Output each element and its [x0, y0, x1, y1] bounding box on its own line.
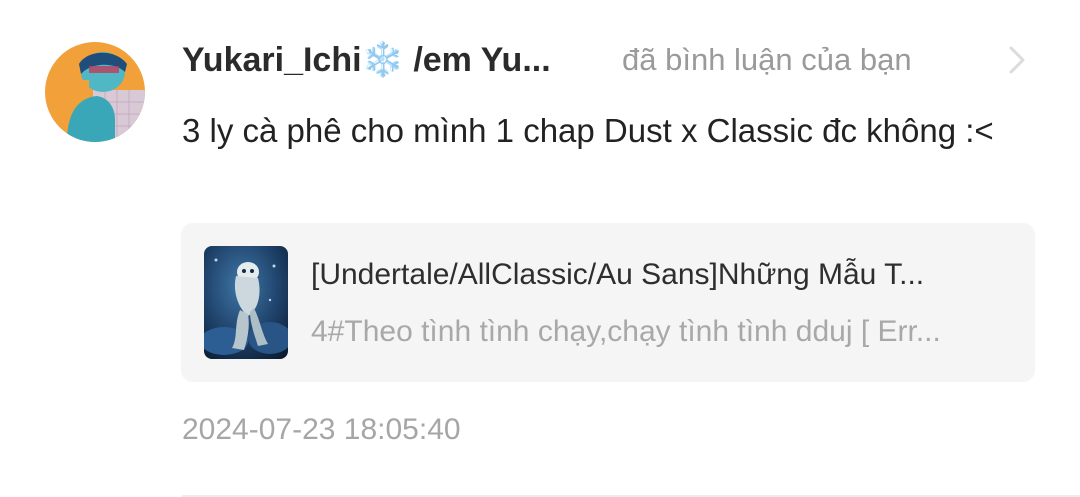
comment-notification[interactable]: Yukari_Ichi❄️ /em Yu... đã bình luận của… — [0, 0, 1080, 497]
chevron-right-icon[interactable] — [1002, 42, 1032, 78]
story-card[interactable]: [Undertale/AllClassic/Au Sans]Những Mẫu … — [181, 223, 1035, 382]
timestamp: 2024-07-23 18:05:40 — [182, 413, 461, 446]
story-cover-image — [204, 246, 288, 359]
notification-header: Yukari_Ichi❄️ /em Yu... đã bình luận của… — [182, 38, 1042, 84]
story-title: [Undertale/AllClassic/Au Sans]Những Mẫu … — [311, 258, 925, 291]
username[interactable]: Yukari_Ichi❄️ /em Yu... — [182, 38, 587, 82]
story-cover — [204, 246, 288, 359]
story-chapter: 4#Theo tình tình chạy,chạy tình tình ddu… — [311, 315, 941, 348]
action-text: đã bình luận của bạn — [622, 42, 912, 77]
user-avatar[interactable] — [45, 42, 145, 142]
comment-text: 3 ly cà phê cho mình 1 chap Dust x Class… — [182, 112, 994, 149]
avatar-image — [45, 42, 145, 142]
